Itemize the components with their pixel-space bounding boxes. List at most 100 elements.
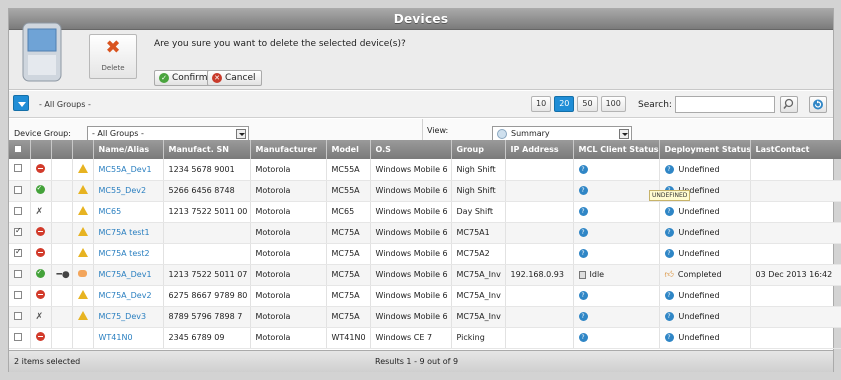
row-manufacturer: Motorola (250, 243, 327, 265)
row-checkbox[interactable] (14, 226, 22, 236)
row-sn: 1213 7522 5011 00 (163, 201, 251, 223)
row-ip (505, 222, 574, 244)
row-sn: 5266 6456 8748 (163, 180, 251, 202)
row-manufacturer: Motorola (250, 306, 327, 328)
row-name-text: MC65 (98, 207, 122, 216)
question-icon: ? (578, 333, 588, 342)
row-group-text: Nigh Shift (456, 186, 496, 195)
row-name-text: MC75_Dev3 (98, 312, 147, 321)
select-all-header[interactable] (9, 140, 31, 159)
row-checkbox[interactable] (14, 185, 22, 194)
row-checkbox-cell[interactable] (9, 264, 31, 286)
row-checkbox[interactable] (14, 247, 22, 257)
row-checkbox-cell[interactable] (9, 285, 31, 307)
row-group: Nigh Shift (451, 180, 506, 202)
page-size-100[interactable]: 100 (600, 96, 626, 112)
row-alert-cell (72, 222, 94, 244)
table-row[interactable]: WT41N0 2345 6789 09 Motorola WT41N0 Windows … (9, 327, 841, 349)
row-last-contact (750, 222, 841, 244)
search-label: Search: (638, 100, 672, 110)
page-size-50[interactable]: 50 (577, 96, 598, 112)
row-checkbox-cell[interactable] (9, 222, 31, 244)
table-row[interactable]: ✗ MC65 1213 7522 5011 00 Motorola MC65 Window… (9, 201, 841, 223)
column-group[interactable]: Group (451, 140, 506, 159)
row-name[interactable]: MC55A_Dev1 (93, 159, 164, 181)
column-ip[interactable]: IP Address (505, 140, 574, 159)
row-os-text: Windows Mobile 6 (375, 186, 448, 195)
column-model[interactable]: Model (326, 140, 371, 159)
row-connection-cell: ━● (51, 264, 73, 286)
row-checkbox-cell[interactable] (9, 306, 31, 328)
confirm-button[interactable]: ✓ Confirm (154, 70, 214, 86)
refresh-button[interactable] (809, 96, 827, 113)
row-name[interactable]: MC55_Dev2 (93, 180, 164, 202)
row-name[interactable]: MC75_Dev3 (93, 306, 164, 328)
table-row[interactable]: MC55_Dev2 5266 6456 8748 Motorola MC55A Wind… (9, 180, 841, 202)
table-row[interactable]: MC75A test1 Motorola MC75A Windows Mobile 6… (9, 222, 841, 244)
page-size-20[interactable]: 20 (554, 96, 575, 112)
row-checkbox-cell[interactable] (9, 327, 31, 349)
warning-icon (77, 290, 88, 299)
row-checkbox[interactable] (14, 332, 22, 341)
row-checkbox[interactable] (14, 290, 22, 299)
row-os-text: Windows Mobile 6 (375, 270, 448, 279)
row-sn-text: 5266 6456 8748 (168, 186, 235, 195)
column-last-contact[interactable]: LastContact (750, 140, 841, 159)
column-os[interactable]: O.S (370, 140, 452, 159)
row-name-text: MC75A test1 (98, 228, 150, 237)
row-name[interactable]: MC75A test2 (93, 243, 164, 265)
row-status-cell (30, 159, 52, 181)
table-row[interactable]: MC75A test2 Motorola MC75A Windows Mobile 6… (9, 243, 841, 265)
row-manufacturer: Motorola (250, 159, 327, 181)
row-name[interactable]: MC75A test1 (93, 222, 164, 244)
row-model-text: MC75A (331, 228, 360, 237)
page-size-10[interactable]: 10 (531, 96, 552, 112)
row-checkbox[interactable] (14, 311, 22, 320)
row-deployment-status-text: Undefined (678, 207, 720, 216)
column-manufacturer[interactable]: Manufacturer (250, 140, 327, 159)
row-manufacturer-text: Motorola (255, 186, 291, 195)
row-deployment-status-text: Completed (677, 269, 722, 279)
table-row[interactable]: MC75A_Dev2 6275 8667 9789 80 Motorola MC75A… (9, 285, 841, 307)
row-name[interactable]: MC75A_Dev1 (93, 264, 164, 286)
column-mcl-status[interactable]: MCL Client Status (573, 140, 660, 159)
row-ip (505, 243, 574, 265)
row-name[interactable]: WT41N0 (93, 327, 164, 349)
row-os: Windows Mobile 6 (370, 243, 452, 265)
delete-button[interactable]: ✖ Delete (89, 34, 137, 79)
row-name[interactable]: MC75A_Dev2 (93, 285, 164, 307)
row-checkbox-cell[interactable] (9, 201, 31, 223)
row-checkbox[interactable] (14, 269, 22, 278)
table-row[interactable]: ━● MC75A_Dev1 1213 7522 5011 07 Motorola MC7… (9, 264, 841, 286)
search-button[interactable] (780, 96, 798, 113)
cancel-button-label: Cancel (225, 73, 256, 83)
row-checkbox-cell[interactable] (9, 159, 31, 181)
table-row[interactable]: MC55A_Dev1 1234 5678 9001 Motorola MC55A Win… (9, 159, 841, 181)
table-row[interactable]: ✗ MC75_Dev3 8789 5796 7898 7 Motorola MC75A W… (9, 306, 841, 328)
row-name[interactable]: MC65 (93, 201, 164, 223)
table-header: Name/Alias Manufact. SN Manufacturer Mod… (9, 140, 841, 159)
row-deployment-status: ? Undefined (659, 222, 751, 244)
row-last-contact (750, 243, 841, 265)
column-sn[interactable]: Manufact. SN (163, 140, 251, 159)
row-checkbox-cell[interactable] (9, 180, 31, 202)
search-input[interactable] (675, 96, 775, 113)
column-deployment[interactable]: Deployment Status (659, 140, 751, 159)
row-ip (505, 180, 574, 202)
window-title: Devices (393, 12, 449, 26)
close-icon: ✕ (212, 73, 222, 83)
search-icon (783, 98, 794, 109)
column-name[interactable]: Name/Alias (93, 140, 164, 159)
row-manufacturer: Motorola (250, 201, 327, 223)
row-manufacturer-text: Motorola (255, 333, 291, 342)
row-status-cell (30, 222, 52, 244)
select-all-checkbox[interactable] (14, 144, 22, 153)
row-checkbox[interactable] (14, 164, 22, 173)
row-checkbox[interactable] (14, 206, 22, 215)
row-status-cell (30, 264, 52, 286)
cancel-button[interactable]: ✕ Cancel (207, 70, 262, 86)
row-checkbox-cell[interactable] (9, 243, 31, 265)
row-group-text: MC75A_Inv (456, 270, 501, 279)
group-dropdown-button[interactable] (13, 95, 29, 111)
refresh-icon (813, 99, 823, 110)
